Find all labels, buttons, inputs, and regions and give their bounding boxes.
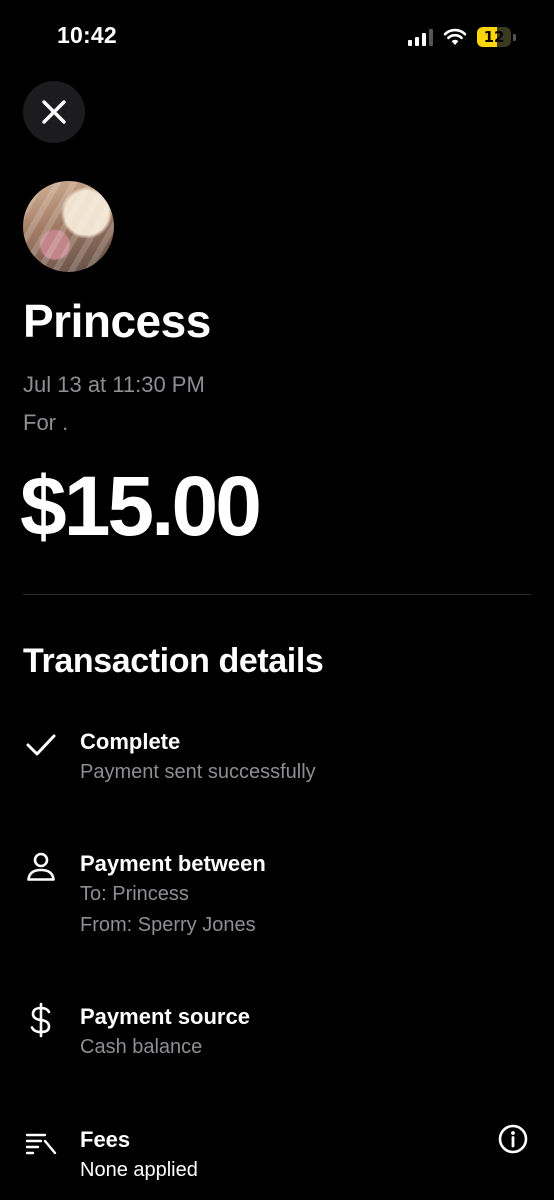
status-time: 10:42 bbox=[57, 22, 117, 48]
transaction-date: Jul 13 at 11:30 PM bbox=[23, 372, 205, 397]
fees-list-icon bbox=[23, 1125, 59, 1161]
status-title: Complete bbox=[80, 729, 181, 754]
payment-to: To: Princess bbox=[80, 883, 189, 905]
payment-amount: $15.00 bbox=[20, 459, 262, 553]
avatar[interactable] bbox=[23, 181, 114, 272]
payment-from: From: Sperry Jones bbox=[80, 914, 256, 936]
payment-note: For . bbox=[23, 410, 69, 435]
fees-value: None applied bbox=[80, 1159, 198, 1181]
status-indicators: 12 bbox=[408, 24, 516, 50]
battery-tip bbox=[513, 33, 516, 41]
wifi-icon bbox=[443, 28, 467, 45]
close-icon bbox=[42, 100, 66, 124]
section-title-transaction-details: Transaction details bbox=[23, 642, 324, 680]
fees-title: Fees bbox=[80, 1127, 131, 1152]
person-icon bbox=[23, 849, 59, 885]
dollar-icon bbox=[23, 1002, 59, 1038]
battery-icon: 12 bbox=[477, 27, 511, 47]
payment-source-value: Cash balance bbox=[80, 1036, 203, 1058]
divider bbox=[23, 594, 531, 595]
fees-info-button[interactable] bbox=[495, 1121, 531, 1157]
recipient-name: Princess bbox=[23, 295, 211, 347]
payment-source-title: Payment source bbox=[80, 1004, 250, 1029]
close-button[interactable] bbox=[23, 81, 85, 143]
info-icon bbox=[498, 1124, 528, 1154]
payment-between-title: Payment between bbox=[80, 851, 266, 876]
cellular-signal-icon bbox=[408, 28, 433, 46]
battery-level: 12 bbox=[483, 28, 505, 46]
status-subtitle: Payment sent successfully bbox=[80, 761, 316, 783]
checkmark-icon bbox=[23, 727, 59, 763]
